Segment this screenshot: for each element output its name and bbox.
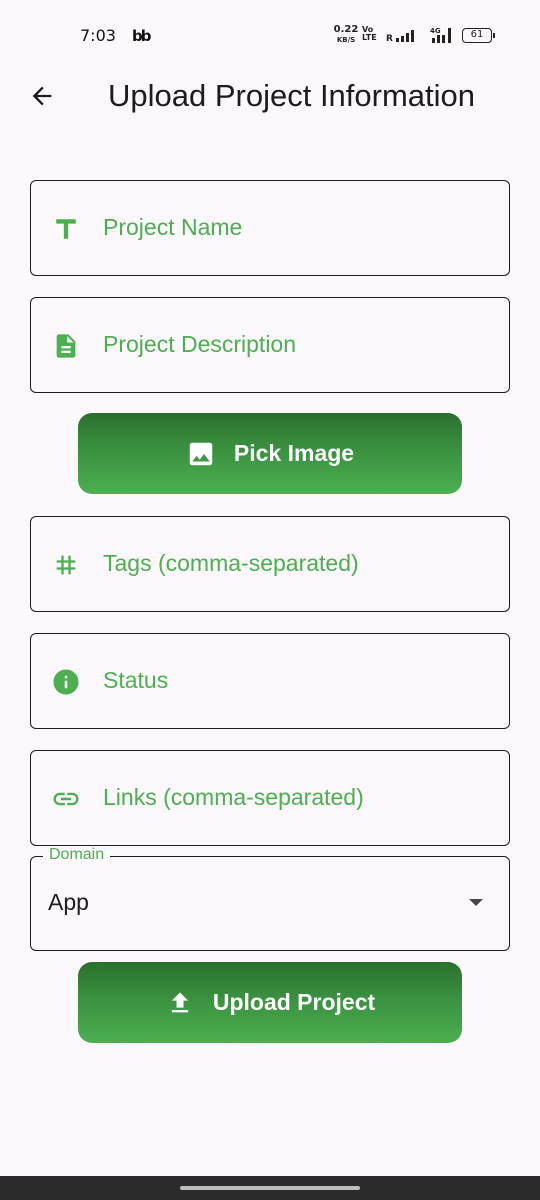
network-speed: 0.22 KB/S: [332, 25, 360, 45]
pick-image-button[interactable]: Pick Image: [78, 413, 462, 494]
home-indicator[interactable]: [180, 1186, 360, 1190]
status-field[interactable]: Status: [30, 633, 510, 729]
signal-strength-icon: R: [386, 30, 414, 43]
image-icon: [186, 439, 216, 469]
status-time: 7:03: [80, 26, 116, 45]
svg-text:4G: 4G: [430, 27, 441, 35]
status-bar: 7:03 bb 0.22 KB/S Vo LTE R 4G 61: [0, 0, 540, 72]
upload-project-label: Upload Project: [212, 989, 376, 1015]
network-speed-value: 0.22: [333, 24, 359, 35]
project-description-field[interactable]: Project Description: [30, 297, 510, 393]
arrow-back-icon: [32, 86, 52, 106]
tags-label: Tags (comma-separated): [103, 550, 359, 576]
app-bar: Upload Project Information: [0, 72, 540, 122]
domain-selected-value: App: [48, 889, 89, 915]
signal-4g-icon: 4G: [430, 27, 451, 43]
upload-icon: [165, 988, 195, 1018]
title-t-icon: [51, 214, 81, 244]
status-label: Status: [103, 667, 169, 693]
project-name-label: Project Name: [103, 214, 243, 240]
links-label: Links (comma-separated): [103, 784, 364, 810]
pick-image-label: Pick Image: [233, 440, 355, 466]
network-speed-unit: KB/S: [336, 36, 356, 44]
domain-label: Domain: [43, 846, 111, 864]
page-title: Upload Project Information: [108, 78, 476, 113]
hashtag-icon: [51, 550, 81, 580]
links-field[interactable]: Links (comma-separated): [30, 750, 510, 846]
back-button[interactable]: [22, 76, 62, 116]
system-nav-bar: [0, 1176, 540, 1200]
volte-indicator: Vo LTE: [362, 25, 377, 42]
link-icon: [51, 784, 81, 814]
info-icon: [51, 667, 81, 697]
description-icon: [51, 331, 81, 361]
project-description-label: Project Description: [103, 331, 297, 357]
battery-icon: 61: [462, 28, 495, 43]
upload-project-button[interactable]: Upload Project: [78, 962, 462, 1043]
svg-text:R: R: [386, 34, 393, 43]
tags-field[interactable]: Tags (comma-separated): [30, 516, 510, 612]
project-name-field[interactable]: Project Name: [30, 180, 510, 276]
domain-dropdown[interactable]: Domain App: [30, 846, 510, 951]
app-notification-icon: bb: [132, 27, 152, 45]
dropdown-arrow-icon[interactable]: [469, 899, 483, 906]
